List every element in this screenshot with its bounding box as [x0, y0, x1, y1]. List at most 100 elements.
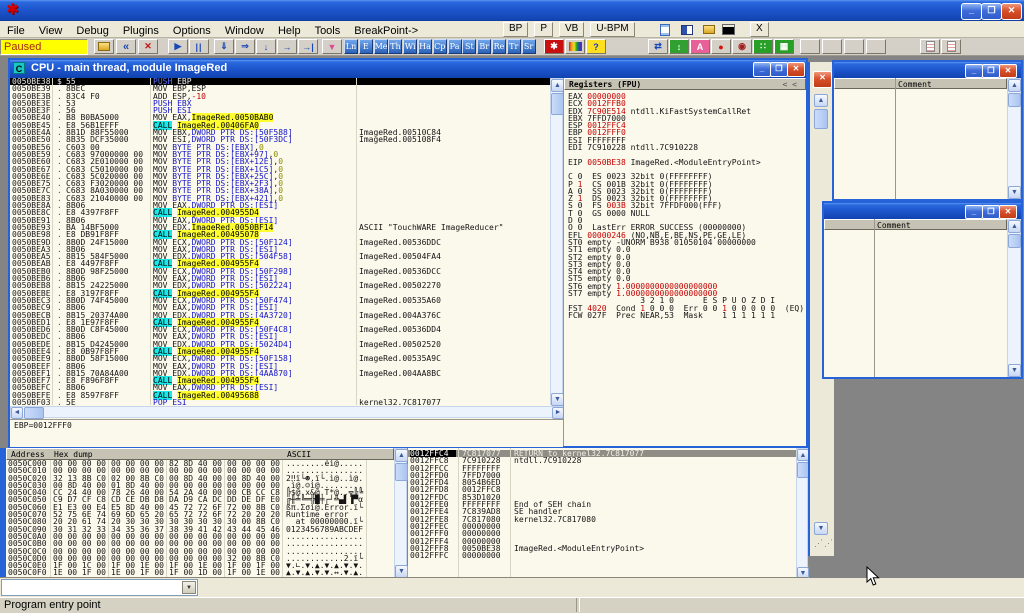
disasm-vscrollbar[interactable]: ▲ ▼ [550, 78, 563, 405]
restart-button[interactable]: « [116, 39, 136, 54]
pause-button[interactable]: || [189, 39, 209, 54]
plugin-dots-button[interactable]: ∷ [753, 39, 773, 54]
toolbar-blank-button-4[interactable] [866, 39, 886, 54]
strip-scroll-up-icon[interactable]: ▲ [814, 94, 828, 107]
panel-button-pa[interactable]: Pa [448, 39, 462, 54]
panel-button-cp[interactable]: Cp [433, 39, 447, 54]
menubar-close-button[interactable]: X [750, 22, 769, 37]
plugin-button-p[interactable]: P [534, 22, 553, 37]
disasm-row[interactable]: 0050BE38$55PUSH EBP [10, 78, 550, 85]
notes-button-1[interactable] [920, 39, 940, 54]
panel-button-th[interactable]: Th [388, 39, 402, 54]
cw-top-maximize-button[interactable]: ❐ [982, 64, 1000, 78]
main-titlebar[interactable]: ✱ _ ❐ ✕ [0, 0, 1024, 21]
combobox-dropdown-icon[interactable]: ▼ [182, 581, 196, 594]
strip-scroll-thumb[interactable] [814, 109, 828, 129]
animate-over-button[interactable]: → [277, 39, 297, 54]
cw-top-close-button[interactable]: ✕ [999, 64, 1017, 78]
toolbar-blank-button-1[interactable] [800, 39, 820, 54]
dump-vscroll-thumb[interactable] [395, 463, 408, 481]
comment-window-bottom-titlebar[interactable]: _ ❐ ✕ [824, 203, 1021, 219]
resize-grip[interactable]: ⋰⋰ [814, 538, 834, 549]
background-window-close-button[interactable]: ✕ [813, 71, 832, 88]
menu-item-window[interactable]: Window [218, 23, 271, 39]
execute-till-return-button[interactable]: →| [298, 39, 318, 54]
close-program-button[interactable]: ✕ [138, 39, 158, 54]
plugin-spiral-button[interactable]: ◉ [732, 39, 752, 54]
disasm-row[interactable]: 0050BEC3.8B0D 74F45000MOV ECX,DWORD PTR … [10, 297, 550, 304]
cpu-close-button[interactable]: ✕ [787, 62, 805, 77]
panel-button-wi[interactable]: Wi [403, 39, 417, 54]
panel-button-re[interactable]: Re [492, 39, 506, 54]
toolbar-blank-button-2[interactable] [822, 39, 842, 54]
plugin-a-button[interactable]: A [690, 39, 710, 54]
menu-item-file[interactable]: File [0, 23, 32, 39]
menu-item-options[interactable]: Options [166, 23, 218, 39]
disasm-row[interactable]: 0050BE8C.E8 4397F8FFCALL ImageRed.004955… [10, 209, 550, 216]
cw-top-vscrollbar[interactable]: ▲ ▼ [1007, 78, 1021, 199]
disasm-row[interactable]: 0050BE9D.8B0D 24F15000MOV ECX,DWORD PTR … [10, 239, 550, 246]
panel-button-st[interactable]: St [462, 39, 476, 54]
run-button[interactable]: ▶ [168, 39, 188, 54]
disasm-row[interactable]: 0050BE83.C683 21040000 00MOV BYTE PTR DS… [10, 195, 550, 202]
plugin-grid-button[interactable]: ▦ [774, 39, 794, 54]
panel-button-tr[interactable]: Tr [507, 39, 521, 54]
appearance-button[interactable] [565, 39, 585, 54]
cw-top-scroll-thumb[interactable] [1008, 93, 1021, 107]
stack-pane[interactable]: 0012FFC47C817077RETURN to kernel32.7C817… [408, 450, 796, 577]
registers-pane[interactable]: EAX 00000000ECX 0012FFB0EDX 7C90E514 ntd… [568, 93, 806, 445]
disasm-row[interactable]: 0050BEF7.E8 F896F8FFCALL ImageRed.004955… [10, 377, 550, 384]
plugin-button-bp[interactable]: BP [503, 22, 528, 37]
swap-button[interactable]: ⇄ [648, 39, 668, 54]
cw-bot-close-button[interactable]: ✕ [999, 205, 1017, 219]
dump-scroll-up-icon[interactable]: ▲ [395, 449, 408, 462]
comment-window-top-titlebar[interactable]: _ ❐ ✕ [834, 62, 1021, 78]
log-icon[interactable] [656, 23, 673, 38]
panel-button-ha[interactable]: Ha [418, 39, 432, 54]
notes-button-2[interactable] [941, 39, 961, 54]
dump-header[interactable]: Address Hex dump ASCII [6, 448, 394, 460]
minimize-button[interactable]: _ [961, 3, 982, 20]
cw-bot-minimize-button[interactable]: _ [965, 205, 983, 219]
panel-button-sr[interactable]: Sr [522, 39, 536, 54]
cw-bot-scroll-up-icon[interactable]: ▲ [1008, 220, 1021, 233]
disassembly-pane[interactable]: 0050BE38$55PUSH EBP0050BE39.8BECMOV EBP,… [10, 78, 550, 405]
disasm-row[interactable]: 0050BEB0.8B0D 98F25000MOV ECX,DWORD PTR … [10, 268, 550, 275]
cw-bot-column-header[interactable]: Comment [824, 219, 1007, 230]
book-icon[interactable] [678, 23, 695, 38]
close-button[interactable]: ✕ [1001, 3, 1022, 20]
menu-item-help[interactable]: Help [271, 23, 308, 39]
menu-item-breakpoint[interactable]: BreakPoint-> [347, 23, 425, 39]
step-over-button[interactable]: ⇒ [235, 39, 255, 54]
register-line[interactable]: FCW 027F Prec NEAR,53 Mask 1 1 1 1 1 1 [568, 312, 806, 319]
cw-top-scroll-up-icon[interactable]: ▲ [1008, 79, 1021, 92]
dump-pane[interactable]: 0050C00000 00 00 0000 00 00 0082 8D 40 0… [6, 460, 394, 578]
info-pane[interactable]: EBP=0012FFF0 [10, 419, 563, 447]
open-file-button[interactable] [94, 39, 114, 54]
menu-item-tools[interactable]: Tools [308, 23, 348, 39]
panel-button-br[interactable]: Br [477, 39, 491, 54]
panel-button-e[interactable]: E [359, 39, 373, 54]
plugin-button-ubpm[interactable]: U-BPM [590, 22, 634, 37]
registers-header[interactable]: Registers (FPU) < < [564, 78, 806, 90]
step-into-button[interactable]: ⇓ [214, 39, 234, 54]
menu-item-view[interactable]: View [32, 23, 70, 39]
disasm-hscroll-thumb[interactable] [24, 407, 44, 419]
cw-bot-scroll-thumb[interactable] [1008, 234, 1021, 248]
command-combobox[interactable] [1, 579, 198, 596]
cw-bot-maximize-button[interactable]: ❐ [982, 205, 1000, 219]
disasm-row[interactable]: 0050BEFE.E8 8597F8FFCALL ImageRed.004956… [10, 392, 550, 399]
toolbar-blank-button-3[interactable] [844, 39, 864, 54]
stack-vscrollbar[interactable]: ▲ ▼ [796, 448, 808, 578]
dump-vscrollbar[interactable]: ▲ ▼ [394, 448, 407, 577]
go-to-address-button[interactable]: ▼ [322, 39, 342, 54]
stack-row[interactable]: 0012FFFC00000000 [408, 552, 796, 559]
disasm-row[interactable]: 0050BF03.5EPOP ESIkernel32.7C817077 [10, 399, 550, 405]
options-button[interactable]: ✱ [544, 39, 564, 54]
menu-item-debug[interactable]: Debug [69, 23, 115, 39]
panel-button-me[interactable]: Me [374, 39, 388, 54]
disasm-row[interactable]: 0050BE3B.83C4 F0ADD ESP,-10 [10, 93, 550, 100]
register-line[interactable]: EIP 0050BE38 ImageRed.<ModuleEntryPoint> [568, 159, 806, 166]
disasm-row[interactable]: 0050BEE9.8B0D 58F15000MOV ECX,DWORD PTR … [10, 355, 550, 362]
cpu-maximize-button[interactable]: ❐ [770, 62, 788, 77]
